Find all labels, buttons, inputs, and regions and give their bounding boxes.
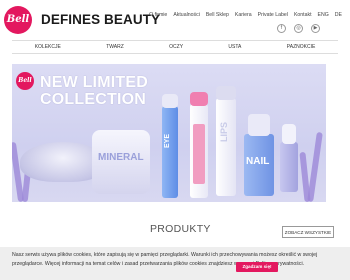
see-all-button[interactable]: ZOBACZ WSZYSTKIE — [282, 226, 334, 238]
bell-logo[interactable]: Bell — [4, 6, 32, 34]
social-links: f ◎ ▶ — [277, 24, 320, 33]
hero-title: NEW LIMITED COLLECTION — [40, 74, 150, 108]
nav-kontakt[interactable]: Kontakt — [294, 12, 312, 18]
instagram-icon[interactable]: ◎ — [294, 24, 303, 33]
nav-bell-sklep[interactable]: Bell Sklep — [206, 12, 229, 18]
nav-kariera[interactable]: Kariera — [235, 12, 252, 18]
product-eye-pencil: EYE — [162, 106, 178, 198]
product-lip-gloss-cap — [190, 92, 208, 106]
nav-lang-de[interactable]: DE — [335, 12, 342, 18]
brand-tagline: DEFINES BEAUTY — [41, 12, 161, 27]
product-lip-gloss — [190, 104, 208, 198]
header: Bell DEFINES BEAUTY O firmie Aktualności… — [0, 0, 350, 40]
hero-banner[interactable]: Bell NEW LIMITED COLLECTION MINERAL EYE … — [12, 64, 326, 202]
cookie-text: Nasz serwis używa plików cookies, które … — [12, 252, 318, 267]
product-lip-stick: LIPS — [216, 98, 236, 196]
top-navigation: O firmie Aktualności Bell Sklep Kariera … — [149, 12, 342, 18]
cookie-accept-button[interactable]: Zgadzam się! — [236, 262, 278, 272]
hero-bell-logo: Bell — [16, 72, 34, 90]
category-paznokcie[interactable]: PAZNOKCIE — [287, 44, 316, 50]
product-eye-pencil-cap — [162, 94, 178, 108]
category-oczy[interactable]: OCZY — [169, 44, 183, 50]
eye-label: EYE — [164, 134, 171, 149]
category-kolekcje[interactable]: KOLEKCJE — [35, 44, 61, 50]
product-nail-polish-small-cap — [282, 124, 296, 144]
product-nail-polish-cap — [248, 114, 270, 136]
facebook-icon[interactable]: f — [277, 24, 286, 33]
mineral-label: MINERAL — [98, 152, 144, 163]
lips-label: LIPS — [219, 122, 229, 143]
youtube-icon[interactable]: ▶ — [311, 24, 320, 33]
nav-aktualnosci[interactable]: Aktualności — [173, 12, 200, 18]
category-nav: KOLEKCJE TWARZ OCZY USTA PAZNOKCIE — [12, 40, 338, 54]
section-title-produkty: PRODUKTY — [150, 223, 211, 235]
nail-label: NAIL — [246, 156, 270, 167]
hero-title-line1: NEW LIMITED — [40, 74, 148, 91]
product-nail-polish-small — [280, 142, 298, 192]
category-usta[interactable]: USTA — [228, 44, 241, 50]
hero-title-line2: COLLECTION — [40, 91, 146, 108]
nav-lang-eng[interactable]: ENG — [318, 12, 329, 18]
category-twarz[interactable]: TWARZ — [106, 44, 124, 50]
product-mineral-jar: MINERAL — [92, 130, 150, 194]
lavender-decoration — [299, 151, 311, 202]
nav-o-firmie[interactable]: O firmie — [149, 12, 167, 18]
nav-private-label[interactable]: Private Label — [258, 12, 288, 18]
cookie-banner: Nasz serwis używa plików cookies, które … — [0, 247, 350, 280]
product-lip-stick-cap — [216, 86, 236, 100]
product-nail-polish: NAIL — [244, 134, 274, 196]
